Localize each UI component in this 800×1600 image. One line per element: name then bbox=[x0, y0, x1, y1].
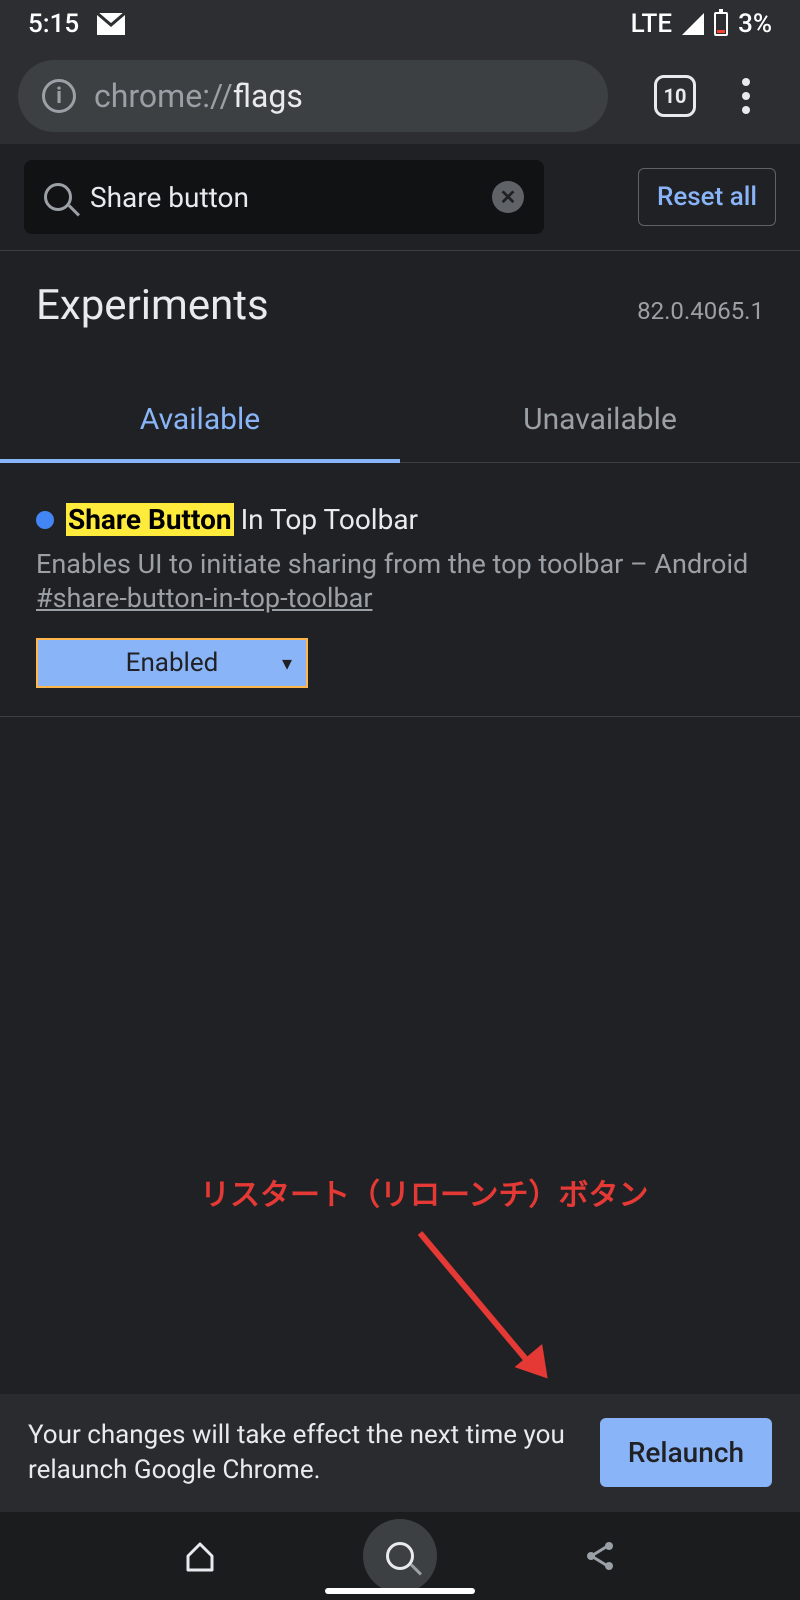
clear-search-icon[interactable]: ✕ bbox=[492, 181, 524, 213]
tab-strip: Available Unavailable bbox=[0, 380, 800, 463]
flag-description: Enables UI to initiate sharing from the … bbox=[36, 546, 764, 582]
signal-icon bbox=[682, 13, 704, 35]
status-bar: 5:15 LTE 3% bbox=[0, 0, 800, 48]
overflow-menu-icon[interactable] bbox=[742, 78, 750, 114]
home-icon[interactable] bbox=[184, 1540, 216, 1572]
version-label: 82.0.4065.1 bbox=[637, 297, 764, 325]
flags-search-input[interactable]: Share button ✕ bbox=[24, 160, 544, 234]
relaunch-message: Your changes will take effect the next t… bbox=[28, 1418, 580, 1488]
search-icon bbox=[44, 183, 72, 211]
search-icon bbox=[386, 1542, 414, 1570]
relaunch-button[interactable]: Relaunch bbox=[600, 1418, 772, 1487]
flag-state-select[interactable]: Enabled bbox=[36, 638, 308, 688]
page-info-icon[interactable]: i bbox=[42, 79, 76, 113]
search-value: Share button bbox=[90, 181, 474, 214]
omnibox[interactable]: i chrome://flags bbox=[18, 60, 608, 132]
system-nav-bar bbox=[0, 1512, 800, 1600]
battery-icon bbox=[714, 12, 728, 36]
relaunch-bar: Your changes will take effect the next t… bbox=[0, 1394, 800, 1512]
page-title: Experiments bbox=[36, 281, 269, 330]
browser-toolbar: i chrome://flags 10 bbox=[0, 48, 800, 144]
share-icon[interactable] bbox=[583, 1539, 617, 1573]
annotation-text: リスタート（リローンチ）ボタン bbox=[200, 1170, 760, 1214]
reset-all-button[interactable]: Reset all bbox=[638, 168, 776, 226]
modified-dot-icon bbox=[36, 511, 54, 529]
tab-count: 10 bbox=[664, 84, 687, 108]
flag-hash: #share-button-in-top-toolbar bbox=[36, 582, 764, 614]
nav-search-button[interactable] bbox=[363, 1519, 437, 1593]
battery-percent: 3% bbox=[738, 9, 772, 39]
network-label: LTE bbox=[631, 9, 672, 39]
flag-title-highlight: Share Button bbox=[66, 503, 234, 536]
tab-switcher-button[interactable]: 10 bbox=[654, 75, 696, 117]
tab-unavailable[interactable]: Unavailable bbox=[400, 380, 800, 462]
gmail-icon bbox=[97, 13, 125, 35]
status-time: 5:15 bbox=[28, 9, 79, 39]
tab-available[interactable]: Available bbox=[0, 380, 400, 463]
annotation-arrow-icon bbox=[420, 1230, 590, 1236]
flag-entry: Share Button In Top Toolbar Enables UI t… bbox=[0, 463, 800, 717]
flag-title-rest: In Top Toolbar bbox=[234, 503, 418, 536]
gesture-bar[interactable] bbox=[325, 1588, 475, 1594]
url-text: chrome://flags bbox=[94, 77, 303, 115]
annotation-callout: リスタート（リローンチ）ボタン bbox=[200, 1170, 760, 1214]
